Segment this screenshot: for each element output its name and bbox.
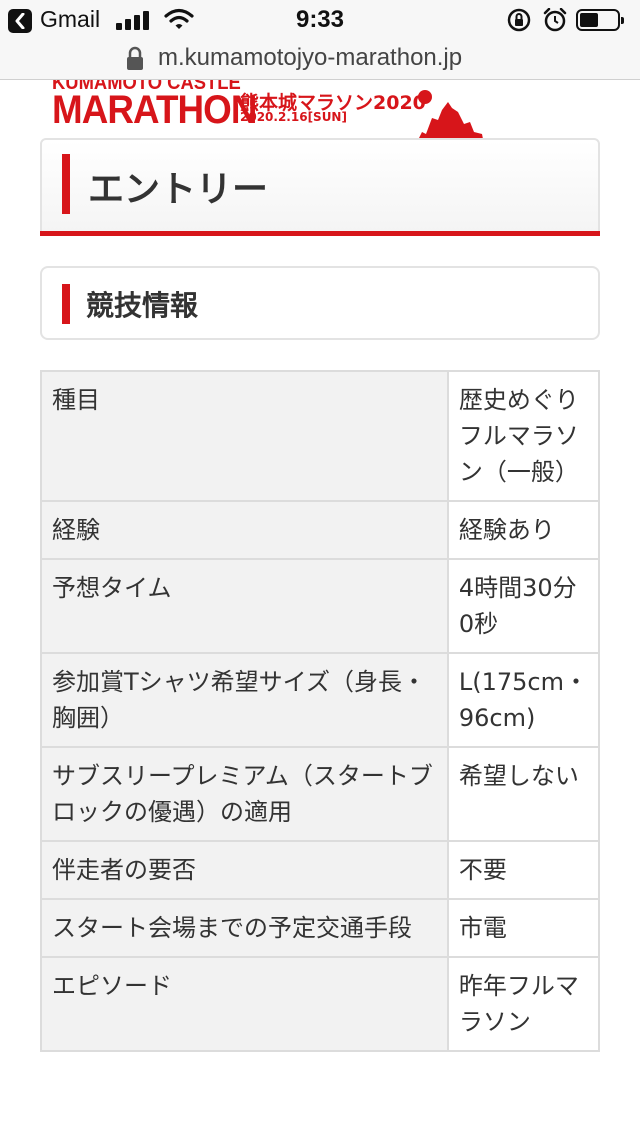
competition-info-table: 種目 歴史めぐりフルマラソン（一般） 経験 経験あり 予想タイム 4時間30分0… <box>40 370 601 1052</box>
table-row: 予想タイム 4時間30分0秒 <box>40 558 601 654</box>
row-value: 歴史めぐりフルマラソン（一般） <box>446 370 601 502</box>
row-label: 予想タイム <box>40 558 449 654</box>
row-label: 伴走者の要否 <box>40 840 449 900</box>
table-row: 経験 経験あり <box>40 500 601 560</box>
row-value: 不要 <box>446 840 601 900</box>
table-row: 伴走者の要否 不要 <box>40 840 601 900</box>
table-row: 参加賞Tシャツ希望サイズ（身長・胸囲） L(175cm・96cm) <box>40 652 601 748</box>
table-row: エピソード 昨年フルマラソン <box>40 956 601 1052</box>
row-value: 市電 <box>446 898 601 958</box>
table-row: 種目 歴史めぐりフルマラソン（一般） <box>40 370 601 502</box>
table-row: スタート会場までの予定交通手段 市電 <box>40 898 601 958</box>
row-value: L(175cm・96cm) <box>446 652 601 748</box>
row-value: 経験あり <box>446 500 601 560</box>
row-value: 希望しない <box>446 746 601 842</box>
row-label: サブスリープレミアム（スタートブロックの優遇）の適用 <box>40 746 449 842</box>
table-viewport: 種目 歴史めぐりフルマラソン（一般） 経験 経験あり 予想タイム 4時間30分0… <box>0 0 640 1136</box>
row-value: 4時間30分0秒 <box>446 558 601 654</box>
row-label: スタート会場までの予定交通手段 <box>40 898 449 958</box>
row-value: 昨年フルマラソン <box>446 956 601 1052</box>
table-row: サブスリープレミアム（スタートブロックの優遇）の適用 希望しない <box>40 746 601 842</box>
row-label: 種目 <box>40 370 449 502</box>
row-label: エピソード <box>40 956 449 1052</box>
row-label: 参加賞Tシャツ希望サイズ（身長・胸囲） <box>40 652 449 748</box>
row-label: 経験 <box>40 500 449 560</box>
